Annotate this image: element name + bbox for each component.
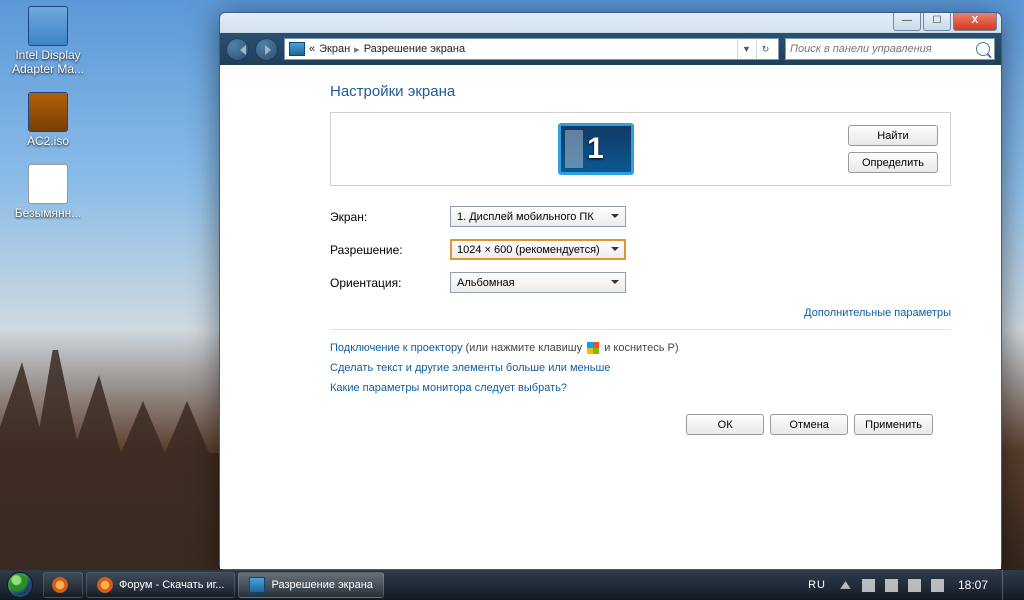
system-tray: RU 18:07 (805, 570, 1018, 600)
ok-button[interactable]: ОК (686, 414, 764, 435)
advanced-settings-link[interactable]: Дополнительные параметры (330, 307, 951, 319)
language-indicator[interactable]: RU (805, 579, 829, 591)
start-button[interactable] (0, 570, 40, 600)
close-button[interactable]: X (953, 13, 997, 31)
control-panel-icon (249, 577, 265, 593)
archive-icon (28, 92, 68, 132)
nav-forward-button[interactable] (255, 38, 278, 61)
search-input[interactable]: Поиск в панели управления (785, 38, 995, 60)
wallpaper-buildings (0, 310, 220, 570)
chevron-down-icon (611, 247, 619, 255)
control-panel-icon (289, 42, 305, 56)
show-desktop-button[interactable] (1002, 570, 1012, 600)
taskbar-item-resolution[interactable]: Разрешение экрана (238, 572, 383, 598)
content-area: Настройки экрана 1 Найти Определить Экра… (220, 65, 1001, 569)
tray-volume-icon[interactable] (931, 579, 944, 592)
titlebar[interactable]: — ☐ X (220, 13, 1001, 33)
taskbar-item-forum[interactable]: Форум - Скачать иг... (86, 572, 235, 598)
desktop-icon-intel[interactable]: Intel Display Adapter Ma... (8, 6, 88, 76)
text-size-link[interactable]: Сделать текст и другие элементы больше и… (330, 362, 610, 374)
windows-key-icon (587, 342, 599, 354)
identify-button[interactable]: Определить (848, 152, 938, 173)
maximize-button[interactable]: ☐ (923, 13, 951, 31)
desktop: Intel Display Adapter Ma... AC2.iso Безы… (8, 6, 88, 236)
chevron-down-icon (611, 214, 619, 222)
breadcrumb-part[interactable]: Экран (319, 43, 350, 55)
minimize-button[interactable]: — (893, 13, 921, 31)
desktop-icon-ac2iso[interactable]: AC2.iso (8, 92, 88, 148)
orientation-label: Ориентация: (330, 276, 450, 290)
projector-link[interactable]: Подключение к проектору (330, 342, 462, 354)
monitor-icon (28, 6, 68, 46)
monitor-preview[interactable]: 1 (343, 123, 848, 175)
desktop-icon-label: Безымянн... (8, 206, 88, 220)
tray-network-icon[interactable] (908, 579, 921, 592)
desktop-icon-label: AC2.iso (8, 134, 88, 148)
resolution-label: Разрешение: (330, 243, 450, 257)
which-monitor-link[interactable]: Какие параметры монитора следует выбрать… (330, 382, 567, 394)
start-orb-icon (7, 572, 33, 598)
dialog-footer: ОК Отмена Применить (330, 402, 951, 447)
taskbar-pinned-firefox[interactable] (43, 572, 83, 598)
page-heading: Настройки экрана (330, 83, 951, 100)
taskbar: Форум - Скачать иг... Разрешение экрана … (0, 570, 1024, 600)
screen-label: Экран: (330, 210, 450, 224)
cancel-button[interactable]: Отмена (770, 414, 848, 435)
tray-battery-icon[interactable] (885, 579, 898, 592)
breadcrumb-part[interactable]: Разрешение экрана (364, 43, 465, 55)
file-icon (28, 164, 68, 204)
screen-select[interactable]: 1. Дисплей мобильного ПК (450, 206, 626, 227)
firefox-icon (52, 577, 68, 593)
control-panel-window: — ☐ X « Экран ▸ Разрешение экрана ▼ ↻ По… (219, 12, 1002, 570)
apply-button[interactable]: Применить (854, 414, 933, 435)
search-placeholder: Поиск в панели управления (790, 43, 932, 55)
navbar: « Экран ▸ Разрешение экрана ▼ ↻ Поиск в … (220, 33, 1001, 65)
breadcrumb-dropdown-button[interactable]: ▼ (737, 39, 755, 59)
orientation-select[interactable]: Альбомная (450, 272, 626, 293)
resolution-select[interactable]: 1024 × 600 (рекомендуется) (450, 239, 626, 260)
firefox-icon (97, 577, 113, 593)
chevron-down-icon (611, 280, 619, 288)
search-icon (976, 42, 990, 56)
breadcrumb[interactable]: « Экран ▸ Разрешение экрана ▼ ↻ (284, 38, 779, 60)
clock[interactable]: 18:07 (954, 578, 992, 592)
refresh-button[interactable]: ↻ (756, 39, 774, 59)
separator (330, 329, 951, 330)
monitor-preview-panel: 1 Найти Определить (330, 112, 951, 186)
find-button[interactable]: Найти (848, 125, 938, 146)
desktop-icon-untitled[interactable]: Безымянн... (8, 164, 88, 220)
tray-flag-icon[interactable] (862, 579, 875, 592)
nav-back-button[interactable] (226, 38, 249, 61)
desktop-icon-label: Intel Display Adapter Ma... (8, 48, 88, 76)
monitor-thumb-1[interactable]: 1 (558, 123, 634, 175)
tray-up-icon[interactable] (839, 579, 852, 592)
chevron-right-icon: ▸ (354, 43, 360, 56)
